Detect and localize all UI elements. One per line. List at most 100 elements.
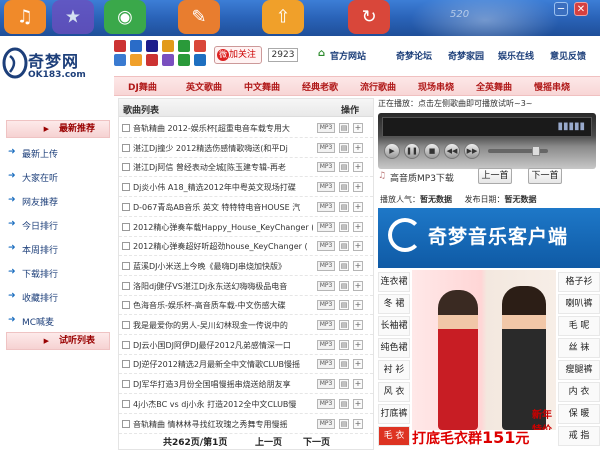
song-checkbox[interactable] bbox=[122, 360, 130, 369]
ad-category[interactable]: 格子衫 bbox=[558, 272, 600, 292]
add-to-list-icon[interactable]: + bbox=[353, 260, 363, 271]
next-song-button[interactable]: 下一首 bbox=[528, 168, 562, 184]
song-checkbox[interactable] bbox=[122, 242, 130, 251]
song-row[interactable]: 2012精心弹奏车载Happy_House_KeyChanger (MP3 ▤ + bbox=[119, 218, 373, 237]
sidebar-item-today-rank[interactable]: ➜ 今日排行 bbox=[8, 219, 58, 232]
grid-icon-3[interactable] bbox=[146, 40, 158, 52]
play-song-icon[interactable]: ▤ bbox=[339, 418, 349, 429]
grid-icon-8[interactable] bbox=[130, 54, 142, 66]
clothing-ad[interactable]: 连衣裙 冬 裙 长袖裙 纯色裙 衬 衫 风 衣 打底裤 毛 衣 新年特价 打底毛… bbox=[378, 270, 600, 450]
link-official-site[interactable]: 官方网站 bbox=[330, 49, 366, 62]
previous-track-button[interactable]: ◀◀ bbox=[444, 143, 460, 159]
minimize-button[interactable]: ─ bbox=[554, 2, 568, 16]
song-checkbox[interactable] bbox=[122, 143, 130, 152]
sidebar-section-recommended[interactable]: ▶ 最新推荐 bbox=[6, 120, 110, 138]
song-title[interactable]: 2012精心弹奏车载Happy_House_KeyChanger ( bbox=[133, 222, 313, 233]
link-forum[interactable]: 奇梦论坛 bbox=[396, 49, 432, 62]
play-song-icon[interactable]: ▤ bbox=[339, 201, 349, 212]
add-to-list-icon[interactable]: + bbox=[353, 280, 363, 291]
mp3-download-button[interactable]: MP3 bbox=[317, 123, 335, 133]
ad-category[interactable]: 打底裤 bbox=[378, 404, 410, 424]
song-checkbox[interactable] bbox=[122, 202, 130, 211]
song-checkbox[interactable] bbox=[122, 281, 130, 290]
ad-category[interactable]: 保 暖 bbox=[558, 404, 600, 424]
grid-icon-7[interactable] bbox=[114, 54, 126, 66]
song-checkbox[interactable] bbox=[122, 124, 130, 132]
song-title[interactable]: 4j小杰BC vs dj小永 打造2012全中文CLUB慢 bbox=[133, 399, 313, 410]
ad-category[interactable]: 连衣裙 bbox=[378, 272, 410, 292]
song-title[interactable]: 音轨精曲 2012-娱乐杯[超重电音车载专用大 bbox=[133, 123, 313, 134]
mp3-download-button[interactable]: MP3 bbox=[317, 241, 335, 252]
song-row[interactable]: 湛江Dj撞少 2012精选伤感情歌嗨送(和平Dj MP3 ▤ + bbox=[119, 139, 373, 158]
sidebar-section-trial-list[interactable]: ▶ 试听列表 bbox=[6, 332, 110, 350]
song-row[interactable]: D-067青岛AB音乐 英文 特特特电音HOUSE 汽 MP3 ▤ + bbox=[119, 198, 373, 217]
mp3-download-button[interactable]: MP3 bbox=[317, 162, 335, 173]
play-song-icon[interactable]: ▤ bbox=[339, 280, 349, 291]
follow-button[interactable]: 微 加关注 bbox=[214, 46, 262, 64]
song-title[interactable]: 洛阳dj健仔VS湛江Dj永东送幻嗨嗨极品电音 bbox=[133, 281, 313, 292]
ad-category[interactable]: 风 衣 bbox=[378, 382, 410, 402]
tab-live-mix[interactable]: 现场串烧 bbox=[418, 80, 454, 93]
song-checkbox[interactable] bbox=[122, 183, 130, 192]
ad-category[interactable]: 毛 呢 bbox=[558, 316, 600, 336]
play-song-icon[interactable]: ▤ bbox=[339, 221, 349, 232]
hq-download-link[interactable]: ♫ 高音质MP3下载 bbox=[378, 171, 454, 184]
play-song-icon[interactable]: ▤ bbox=[339, 241, 349, 252]
add-to-list-icon[interactable]: + bbox=[353, 142, 363, 153]
volume-slider[interactable] bbox=[488, 146, 548, 156]
grid-icon-12[interactable] bbox=[194, 54, 206, 66]
ad-category[interactable]: 喇叭裤 bbox=[558, 294, 600, 314]
grid-icon-11[interactable] bbox=[178, 54, 190, 66]
sidebar-item-user-picks[interactable]: ➜ 网友推荐 bbox=[8, 195, 58, 208]
song-title[interactable]: 湛江Dj撞少 2012精选伤感情歌嗨送(和平Dj bbox=[133, 143, 313, 154]
add-to-list-icon[interactable]: + bbox=[353, 162, 363, 173]
add-to-list-icon[interactable]: + bbox=[353, 359, 363, 370]
mp3-download-button[interactable]: MP3 bbox=[317, 320, 335, 330]
add-to-list-icon[interactable]: + bbox=[353, 300, 363, 311]
stop-button[interactable]: ■ bbox=[424, 143, 440, 159]
grid-icon-2[interactable] bbox=[130, 40, 142, 52]
add-to-list-icon[interactable]: + bbox=[353, 320, 363, 330]
sidebar-item-week-rank[interactable]: ➜ 本周排行 bbox=[8, 243, 58, 256]
song-checkbox[interactable] bbox=[122, 340, 130, 349]
song-row[interactable]: 音轨精曲 情林林寻找红玫瑰之秀舞专用慢摇 MP3 ▤ + bbox=[119, 415, 373, 434]
song-row[interactable]: 音轨精曲 2012-娱乐杯[超重电音车载专用大 MP3 ▤ + bbox=[119, 119, 373, 138]
play-song-icon[interactable]: ▤ bbox=[339, 142, 349, 153]
song-row[interactable]: 湛江Dj阿信 曾经表动全城[陈玉建专辑-再老 MP3 ▤ + bbox=[119, 158, 373, 178]
mp3-download-button[interactable]: MP3 bbox=[317, 379, 335, 390]
play-button[interactable]: ▶ bbox=[384, 143, 400, 159]
play-song-icon[interactable]: ▤ bbox=[339, 398, 349, 409]
play-song-icon[interactable]: ▤ bbox=[339, 320, 349, 330]
mp3-download-button[interactable]: MP3 bbox=[317, 339, 335, 350]
app-icon-upload[interactable]: ⇧ bbox=[262, 0, 304, 34]
song-checkbox[interactable] bbox=[122, 399, 130, 408]
tab-dj[interactable]: DJ舞曲 bbox=[128, 80, 157, 93]
song-title[interactable]: 色海音乐-娱乐杯-高音质车载-中文伤感大碟 bbox=[133, 300, 313, 311]
mp3-download-button[interactable]: MP3 bbox=[317, 221, 335, 232]
ad-category[interactable]: 戒 指 bbox=[558, 426, 600, 446]
song-checkbox[interactable] bbox=[122, 380, 130, 389]
song-title[interactable]: Dj炎小伟 A18_精选2012年中粤英文现场打碟 bbox=[133, 182, 313, 193]
previous-song-button[interactable]: 上一首 bbox=[478, 168, 512, 184]
song-row[interactable]: 2012精心弹奏超好听超劲house_KeyChanger (MP3 ▤ + bbox=[119, 237, 373, 257]
mp3-download-button[interactable]: MP3 bbox=[317, 260, 335, 271]
play-song-icon[interactable]: ▤ bbox=[339, 182, 349, 193]
grid-icon-6[interactable] bbox=[194, 40, 206, 52]
tab-pop[interactable]: 流行歌曲 bbox=[360, 80, 396, 93]
ad-category[interactable]: 瘦腿裤 bbox=[558, 360, 600, 380]
mp3-download-button[interactable]: MP3 bbox=[317, 142, 335, 153]
mp3-download-button[interactable]: MP3 bbox=[317, 359, 335, 370]
app-icon-refresh[interactable]: ↻ bbox=[348, 0, 390, 34]
mp3-download-button[interactable]: MP3 bbox=[317, 418, 335, 429]
song-title[interactable]: D-067青岛AB音乐 英文 特特特电音HOUSE 汽 bbox=[133, 202, 313, 213]
play-song-icon[interactable]: ▤ bbox=[339, 379, 349, 390]
ad-category[interactable]: 冬 裙 bbox=[378, 294, 410, 314]
grid-icon-1[interactable] bbox=[114, 40, 126, 52]
song-title[interactable]: DJ军华打造3月份全国唱慢摇串烧送给朋友享 bbox=[133, 379, 313, 390]
pause-button[interactable]: ❚❚ bbox=[404, 143, 420, 159]
sidebar-item-latest[interactable]: ➜ 最新上传 bbox=[8, 147, 58, 160]
tab-english-dance[interactable]: 全英舞曲 bbox=[476, 80, 512, 93]
add-to-list-icon[interactable]: + bbox=[353, 201, 363, 212]
add-to-list-icon[interactable]: + bbox=[353, 182, 363, 193]
app-icon-globe[interactable]: ◉ bbox=[104, 0, 146, 34]
